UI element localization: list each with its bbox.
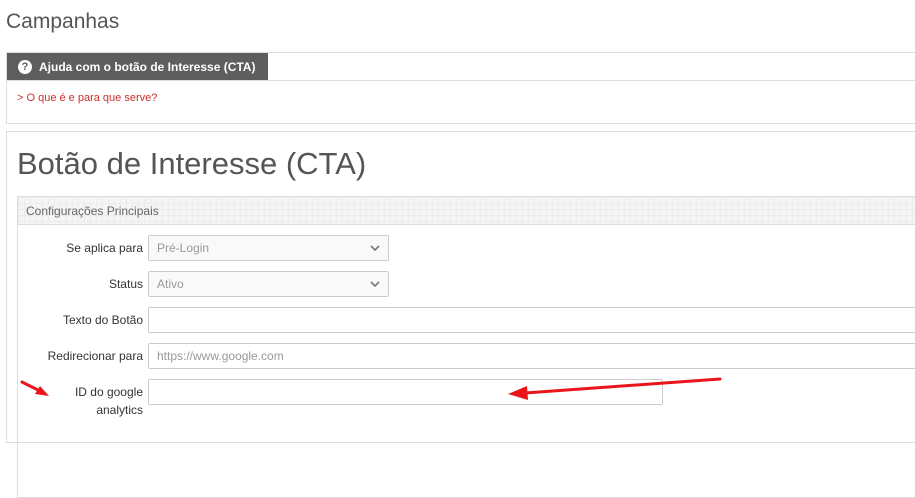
redirect-label: Redirecionar para (47, 349, 143, 363)
section-title: Botão de Interesse (CTA) (17, 146, 367, 181)
help-panel: ? Ajuda com o botão de Interesse (CTA) >… (6, 52, 915, 124)
help-tab-divider (7, 80, 915, 81)
help-tab[interactable]: ? Ajuda com o botão de Interesse (CTA) (7, 53, 269, 80)
status-label: Status (108, 277, 143, 291)
help-what-is-link[interactable]: > O que é e para que serve? (17, 92, 157, 104)
status-select[interactable]: Ativo (148, 271, 389, 297)
config-header: Configurações Principais (18, 197, 915, 225)
applies-to-select[interactable]: Pré-Login (148, 235, 389, 261)
cta-panel: Botão de Interesse (CTA) Configurações P… (6, 131, 915, 498)
redirect-input[interactable]: https://www.google.com (148, 343, 915, 369)
config-box: Configurações Principais Se aplica para … (17, 196, 915, 498)
page-title: Campanhas (6, 10, 120, 33)
chevron-down-icon (370, 281, 380, 288)
button-text-input[interactable] (148, 307, 915, 333)
ga-id-input[interactable] (148, 379, 663, 405)
applies-to-value: Pré-Login (157, 241, 210, 255)
chevron-down-icon (370, 245, 380, 252)
button-text-label: Texto do Botão (62, 313, 143, 327)
ga-id-label-line1: ID do google (74, 385, 143, 399)
status-value: Ativo (157, 277, 184, 291)
ga-id-label-line2: analytics (96, 403, 143, 417)
applies-to-label: Se aplica para (66, 241, 143, 255)
question-circle-icon: ? (18, 59, 32, 74)
help-tab-label: Ajuda com o botão de Interesse (CTA) (39, 59, 256, 74)
ga-id-label: ID do google analytics (75, 383, 143, 419)
